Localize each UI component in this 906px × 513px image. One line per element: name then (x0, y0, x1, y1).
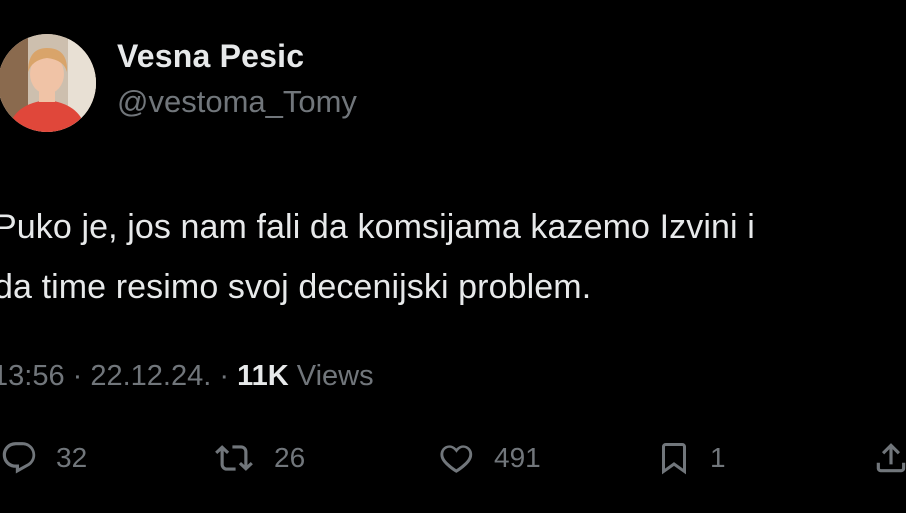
tweet-line-2: da time resimo svoj decenijski problem. (0, 268, 592, 306)
reply-count: 32 (56, 442, 88, 473)
share-button[interactable] (872, 428, 906, 488)
avatar[interactable] (0, 34, 96, 132)
share-icon (876, 443, 906, 473)
bookmark-count: 1 (710, 442, 726, 473)
tweet-text: Puko je, jos nam fali da komsijama kazem… (0, 197, 899, 317)
repost-button[interactable]: 26 (212, 428, 305, 488)
tweet-actions: 32 26 491 1 (0, 428, 906, 488)
tweet-date[interactable]: 22.12.24. (90, 360, 211, 392)
views-label: Views (288, 360, 374, 392)
meta-separator: · (64, 360, 91, 392)
reply-icon (2, 442, 36, 474)
repost-icon (215, 445, 253, 471)
author-name[interactable]: Vesna Pesic (117, 38, 304, 75)
tweet-time[interactable]: 13:56 (0, 360, 65, 392)
profile-photo-icon (0, 34, 96, 132)
heart-icon (440, 445, 473, 473)
tweet-meta: 13:56 · 22.12.24. · 11K Views (0, 360, 374, 393)
author-handle[interactable]: @vestoma_Tomy (117, 84, 357, 120)
bookmark-button[interactable]: 1 (656, 428, 726, 488)
views-count: 11K (237, 360, 289, 392)
like-button[interactable]: 491 (436, 428, 541, 488)
repost-count: 26 (274, 442, 306, 473)
like-count: 491 (494, 442, 541, 473)
tweet-line-1: Puko je, jos nam fali da komsijama kazem… (0, 208, 755, 246)
meta-separator: · (211, 360, 238, 392)
bookmark-icon (662, 443, 686, 475)
reply-button[interactable]: 32 (0, 428, 87, 488)
